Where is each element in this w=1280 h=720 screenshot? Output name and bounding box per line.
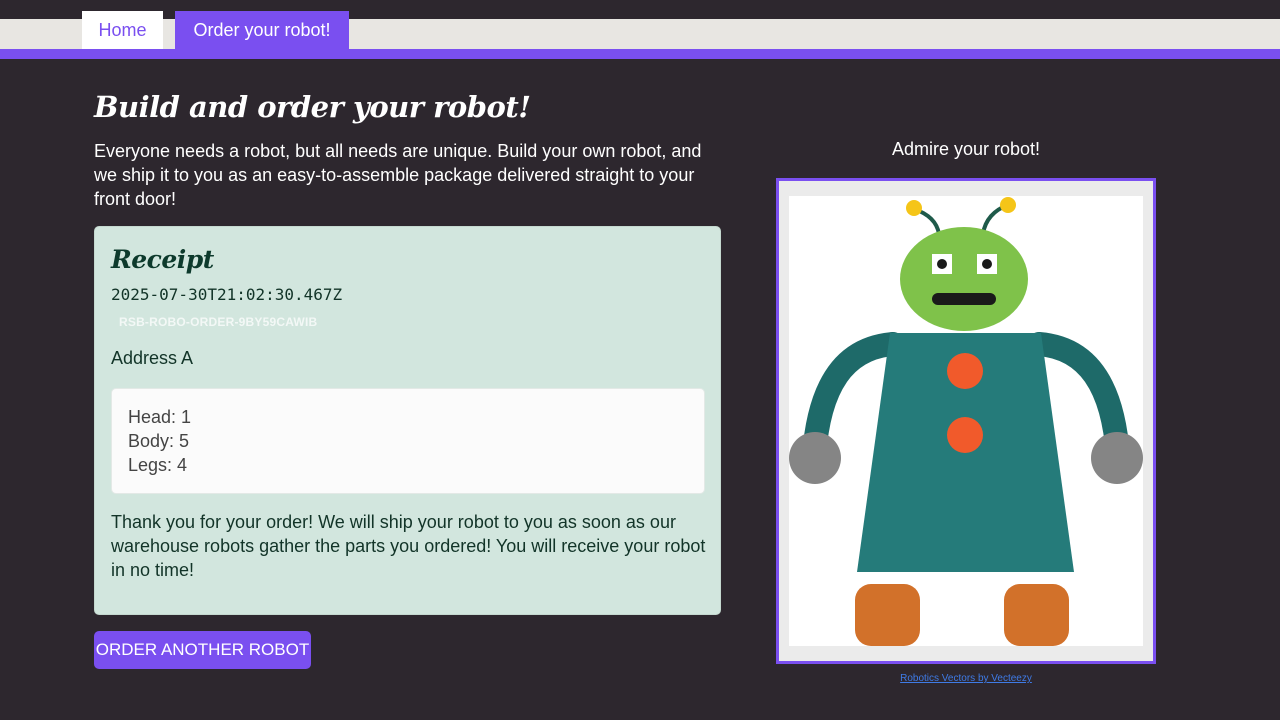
robot-preview xyxy=(789,196,1143,646)
robot-preview-frame xyxy=(776,178,1156,664)
robot-head xyxy=(900,227,1028,331)
shipping-address: Address A xyxy=(111,348,194,368)
part-legs: Legs: 4 xyxy=(128,455,188,475)
nav-accent-bar xyxy=(0,49,1280,59)
left-foot xyxy=(855,584,920,646)
receipt-panel: Receipt 2025-07-30T21:02:30.467Z RSB-ROB… xyxy=(94,226,721,615)
robot-illustration xyxy=(789,197,1143,646)
order-timestamp: 2025-07-30T21:02:30.467Z xyxy=(111,285,343,304)
mouth xyxy=(932,293,996,305)
part-body: Body: 5 xyxy=(128,431,190,451)
page-title: Build and order your robot! xyxy=(94,90,531,124)
nav-tab-home[interactable]: Home xyxy=(82,11,163,49)
thank-you-message: Thank you for your order! We will ship y… xyxy=(111,512,706,580)
nav-tab-order-robot[interactable]: Order your robot! xyxy=(175,11,349,49)
right-foot xyxy=(1004,584,1069,646)
right-hand xyxy=(1091,432,1143,484)
left-hand xyxy=(789,432,841,484)
right-antenna-tip xyxy=(1000,197,1016,213)
receipt-title: Receipt xyxy=(111,245,214,274)
vecteezy-credit-link[interactable]: Robotics Vectors by Vecteezy xyxy=(776,673,1156,684)
order-another-button[interactable]: ORDER ANOTHER ROBOT xyxy=(94,631,311,669)
left-antenna-tip xyxy=(906,200,922,216)
intro-text: Everyone needs a robot, but all needs ar… xyxy=(94,141,702,209)
body-button-bottom xyxy=(947,417,983,453)
parts-list: Head: 1 Body: 5 Legs: 4 xyxy=(111,388,705,494)
order-id-badge: RSB-ROBO-ORDER-9BY59CAWIB xyxy=(119,315,318,329)
preview-title: Admire your robot! xyxy=(891,139,1041,159)
right-pupil xyxy=(982,259,992,269)
body-button-top xyxy=(947,353,983,389)
left-pupil xyxy=(937,259,947,269)
part-head: Head: 1 xyxy=(128,407,192,427)
